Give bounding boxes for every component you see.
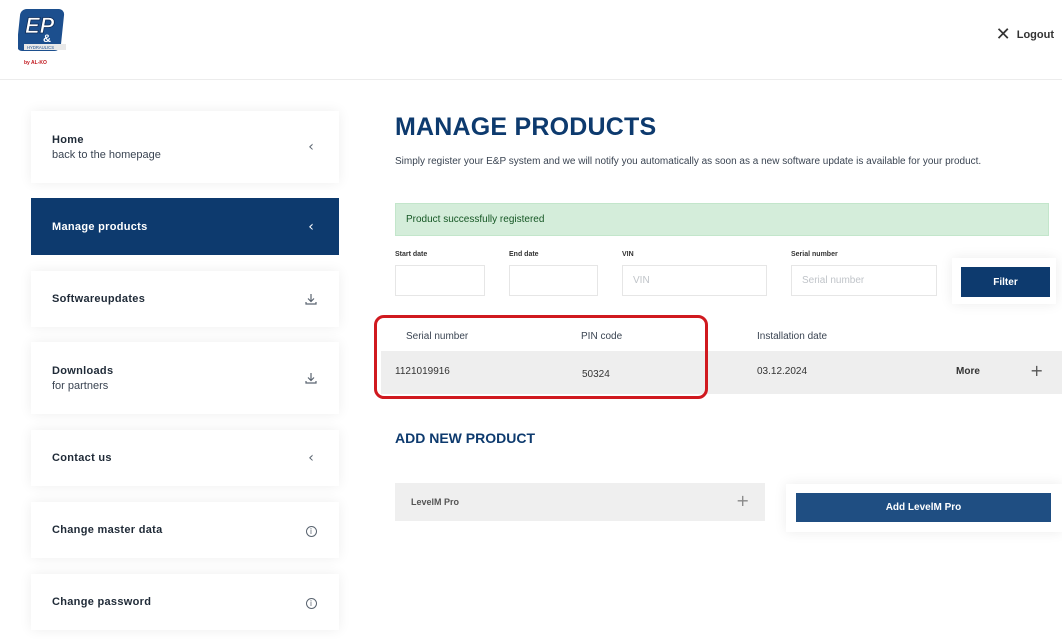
info-icon: i (305, 526, 317, 537)
sidebar-item-manage-products[interactable]: Manage products ‹ (31, 198, 339, 255)
end-date-input[interactable] (509, 265, 598, 296)
success-alert: Product successfully registered (395, 203, 1049, 236)
sidebar-item-change-password[interactable]: Change password i (31, 574, 339, 630)
sidebar-item-title: Manage products (52, 220, 148, 233)
filter-button[interactable]: Filter (961, 267, 1050, 297)
vin-label: VIN (622, 251, 634, 258)
expand-plus-icon: + (736, 491, 750, 510)
add-levelm-pro-button[interactable]: Add LevelM Pro (796, 493, 1051, 522)
vin-input[interactable] (622, 265, 767, 296)
logout-label: Logout (1016, 29, 1054, 41)
chevron-left-icon: ‹ (308, 139, 314, 155)
end-date-label: End date (509, 251, 539, 258)
page-description: Simply register your E&P system and we w… (395, 156, 982, 167)
highlight-annotation (374, 315, 708, 399)
sidebar-item-title: Change master data (52, 524, 163, 536)
sidebar-item-subtitle: for partners (52, 379, 109, 392)
svg-text:HYDRAULICS: HYDRAULICS (27, 45, 54, 50)
sidebar-item-title: Change password (52, 596, 152, 608)
serial-number-label: Serial number (791, 251, 838, 258)
serial-number-input[interactable] (791, 265, 937, 296)
sidebar-item-title: Downloads (52, 364, 114, 377)
more-button[interactable]: More (956, 366, 980, 377)
chevron-left-icon: ‹ (308, 450, 314, 466)
add-new-product-title: ADD NEW PRODUCT (395, 430, 535, 446)
page-title: MANAGE PRODUCTS (395, 113, 657, 141)
start-date-input[interactable] (395, 265, 485, 296)
column-header-installation-date: Installation date (757, 331, 828, 342)
download-icon (305, 294, 317, 305)
sidebar-item-subtitle: back to the homepage (52, 148, 161, 161)
sidebar-item-softwareupdates[interactable]: Softwareupdates (31, 271, 339, 327)
sidebar-item-downloads[interactable]: Downloads for partners (31, 342, 339, 414)
close-icon: ✕ (995, 24, 1011, 45)
download-icon (305, 373, 317, 384)
start-date-label: Start date (395, 251, 428, 258)
alert-message: Product successfully registered (406, 214, 545, 225)
svg-text:&: & (43, 33, 51, 45)
sidebar-item-change-master-data[interactable]: Change master data i (31, 502, 339, 558)
header: EP & HYDRAULICS by AL-KO ✕ Logout (0, 0, 1062, 80)
sidebar-item-title: Home (52, 133, 84, 146)
chevron-left-icon: ‹ (308, 218, 314, 235)
svg-text:by AL-KO: by AL-KO (24, 60, 47, 66)
sidebar-item-contact-us[interactable]: Contact us ‹ (31, 430, 339, 486)
sidebar-item-title: Contact us (52, 452, 112, 464)
levelm-pro-accordion[interactable]: LevelM Pro + (395, 483, 765, 521)
logout-button[interactable]: ✕ Logout (996, 26, 1054, 44)
sidebar-item-home[interactable]: Home back to the homepage ‹ (31, 111, 339, 183)
expand-row-plus-icon[interactable]: + (1030, 363, 1043, 379)
sidebar-item-title: Softwareupdates (52, 293, 146, 305)
installation-date-cell: 03.12.2024 (757, 366, 808, 377)
ep-hydraulics-logo[interactable]: EP & HYDRAULICS by AL-KO (18, 6, 78, 68)
info-icon: i (305, 598, 317, 609)
accordion-label: LevelM Pro (411, 497, 460, 507)
